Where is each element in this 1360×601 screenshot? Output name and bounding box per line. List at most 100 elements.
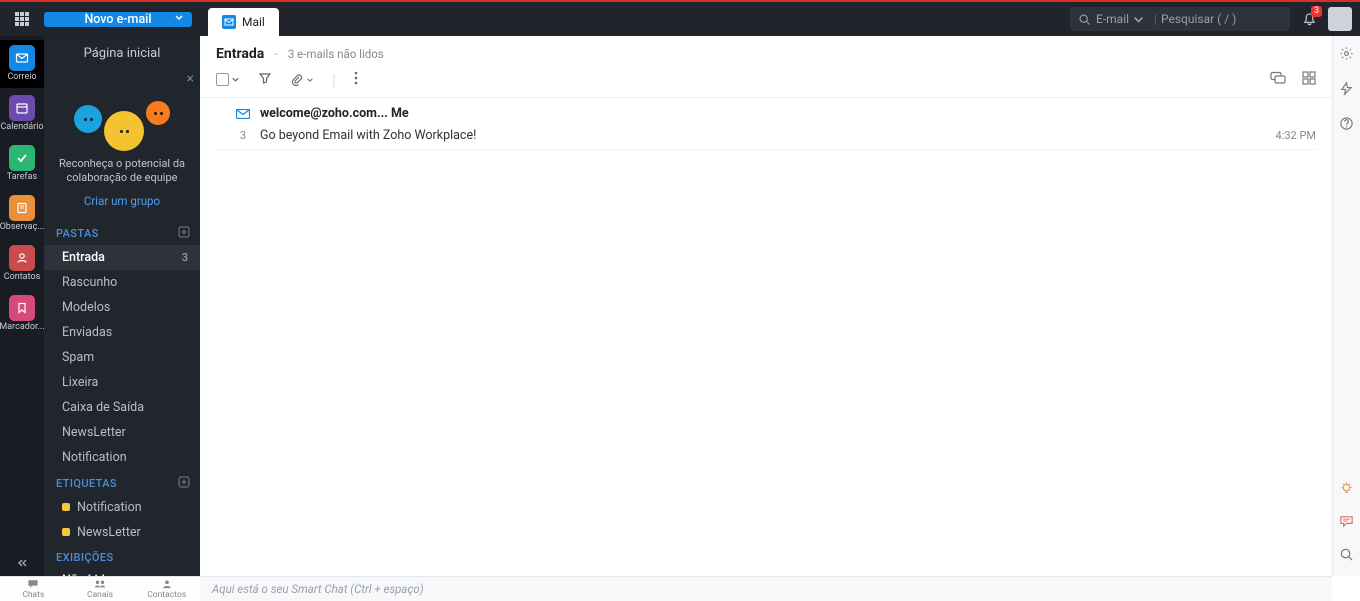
bottom-bar: Chats Canais Contactos — [0, 576, 200, 601]
separator-dash: - — [274, 47, 278, 62]
notes-icon — [9, 195, 35, 221]
avatar[interactable] — [1328, 7, 1352, 31]
email-thread[interactable]: welcome@zoho.com... Me 3 Go beyond Email… — [200, 98, 1332, 152]
view-conversation-button[interactable] — [1270, 70, 1286, 89]
promo-illustration — [52, 81, 192, 151]
gear-icon — [1339, 46, 1354, 61]
add-tag-icon[interactable] — [178, 476, 190, 491]
filter-icon — [258, 71, 272, 85]
folder-notification[interactable]: Notification — [44, 445, 200, 470]
search-separator: | — [1154, 12, 1157, 26]
badge-icon — [1339, 81, 1354, 96]
filter-button[interactable] — [258, 70, 272, 89]
email-time: 4:32 PM — [1276, 129, 1316, 142]
close-icon[interactable]: × — [187, 71, 194, 87]
list-header: Entrada - 3 e-mails não lidos — [200, 36, 1332, 66]
settings-button[interactable] — [1339, 46, 1354, 65]
chat-icon — [1339, 514, 1354, 529]
folder-label: Spam — [62, 350, 94, 365]
folder-modelos[interactable]: Modelos — [44, 295, 200, 320]
bottom-tab-chats[interactable]: Chats — [0, 577, 67, 601]
section-label: PASTAS — [56, 227, 99, 240]
main-panel: Entrada - 3 e-mails não lidos | — [200, 36, 1332, 576]
view-layout-button[interactable] — [1302, 70, 1316, 89]
folder-label: Notification — [62, 450, 127, 465]
help-button[interactable] — [1339, 116, 1354, 135]
folder-caixa-saida[interactable]: Caixa de Saída — [44, 395, 200, 420]
bulb-icon — [1339, 481, 1354, 496]
section-pastas: PASTAS — [44, 220, 200, 245]
new-email-button[interactable]: Novo e-mail — [44, 12, 192, 27]
bottom-tab-label: Contactos — [147, 590, 186, 600]
sidebar: Página inicial × Reconheça o potencial d… — [44, 36, 200, 576]
rail-calendario[interactable]: Calendário — [0, 90, 44, 138]
calendar-icon — [9, 95, 35, 121]
layout-icon — [1302, 71, 1316, 85]
search-box[interactable]: E-mail | Pesquisar ( / ) — [1070, 7, 1290, 31]
thread-count: 3 — [236, 129, 250, 142]
rail-observacoes[interactable]: Observaç... — [0, 190, 44, 238]
conversation-icon — [1270, 71, 1286, 85]
rail-label: Correio — [7, 73, 36, 82]
search-scope: E-mail — [1096, 12, 1129, 26]
right-rail — [1332, 36, 1360, 576]
folder-entrada[interactable]: Entrada 3 — [44, 245, 200, 270]
tab-strip: Mail — [200, 2, 1070, 36]
search-button[interactable] — [1339, 547, 1354, 566]
tag-newsletter[interactable]: NewsLetter — [44, 520, 200, 545]
rail-marcadores[interactable]: Marcador... — [0, 290, 44, 338]
home-link[interactable]: Página inicial — [44, 36, 200, 71]
rail-tarefas[interactable]: Tarefas — [0, 140, 44, 188]
smart-chat-input[interactable]: Aqui está o seu Smart Chat (Ctrl + espaç… — [200, 576, 1332, 601]
bottom-tab-canais[interactable]: Canais — [67, 577, 134, 601]
rail-correio[interactable]: Correio — [0, 40, 44, 88]
smart-chat-placeholder: Aqui está o seu Smart Chat (Ctrl + espaç… — [212, 582, 424, 596]
tab-mail[interactable]: Mail — [208, 8, 279, 36]
help-icon — [1339, 116, 1354, 131]
notifications-badge: 3 — [1311, 6, 1322, 17]
crm-button[interactable] — [1339, 81, 1354, 100]
select-all-button[interactable] — [216, 73, 240, 86]
promo-link[interactable]: Criar um grupo — [52, 194, 192, 208]
unread-info: 3 e-mails não lidos — [288, 47, 384, 61]
add-folder-icon[interactable] — [178, 226, 190, 241]
mail-unread-icon — [236, 104, 250, 123]
contacts-icon — [161, 579, 173, 589]
bottom-tab-contactos[interactable]: Contactos — [133, 577, 200, 601]
folder-enviadas[interactable]: Enviadas — [44, 320, 200, 345]
rail-contatos[interactable]: Contatos — [0, 240, 44, 288]
tag-notification[interactable]: Notification — [44, 495, 200, 520]
folder-lixeira[interactable]: Lixeira — [44, 370, 200, 395]
tag-color-icon — [62, 503, 70, 511]
tag-label: Notification — [77, 500, 142, 515]
folder-label: Rascunho — [62, 275, 117, 290]
rail-collapse-button[interactable] — [0, 550, 44, 576]
attachment-icon — [290, 73, 304, 87]
attachment-button[interactable] — [290, 73, 314, 87]
email-sender: welcome@zoho.com... Me — [260, 106, 409, 121]
more-button[interactable] — [354, 70, 358, 89]
bookmarks-icon — [9, 295, 35, 321]
apps-grid-button[interactable] — [0, 2, 44, 36]
folder-spam[interactable]: Spam — [44, 345, 200, 370]
section-etiquetas: ETIQUETAS — [44, 470, 200, 495]
folder-label: Modelos — [62, 300, 110, 315]
folder-title: Entrada — [216, 46, 264, 62]
bottom-tab-label: Chats — [22, 590, 44, 600]
view-nao-lidas[interactable]: Não Lidas 3 — [44, 568, 200, 576]
folder-label: Entrada — [62, 250, 105, 265]
toolbar: | — [200, 66, 1332, 98]
promo-box: × Reconheça o potencial da colaboração d… — [44, 71, 200, 220]
feedback-button[interactable] — [1339, 514, 1354, 533]
email-subject: Go beyond Email with Zoho Workplace! — [260, 128, 1276, 143]
tab-label: Mail — [242, 15, 265, 29]
rail-label: Observaç... — [0, 223, 44, 232]
email-subject-row: 3 Go beyond Email with Zoho Workplace! 4… — [216, 125, 1316, 150]
folder-newsletter[interactable]: NewsLetter — [44, 420, 200, 445]
promo-text: Reconheça o potencial da colaboração de … — [52, 157, 192, 186]
search-icon — [1078, 13, 1091, 26]
apps-grid-icon — [14, 11, 30, 27]
folder-rascunho[interactable]: Rascunho — [44, 270, 200, 295]
whats-new-button[interactable] — [1339, 481, 1354, 500]
notifications-button[interactable]: 3 — [1294, 4, 1324, 34]
